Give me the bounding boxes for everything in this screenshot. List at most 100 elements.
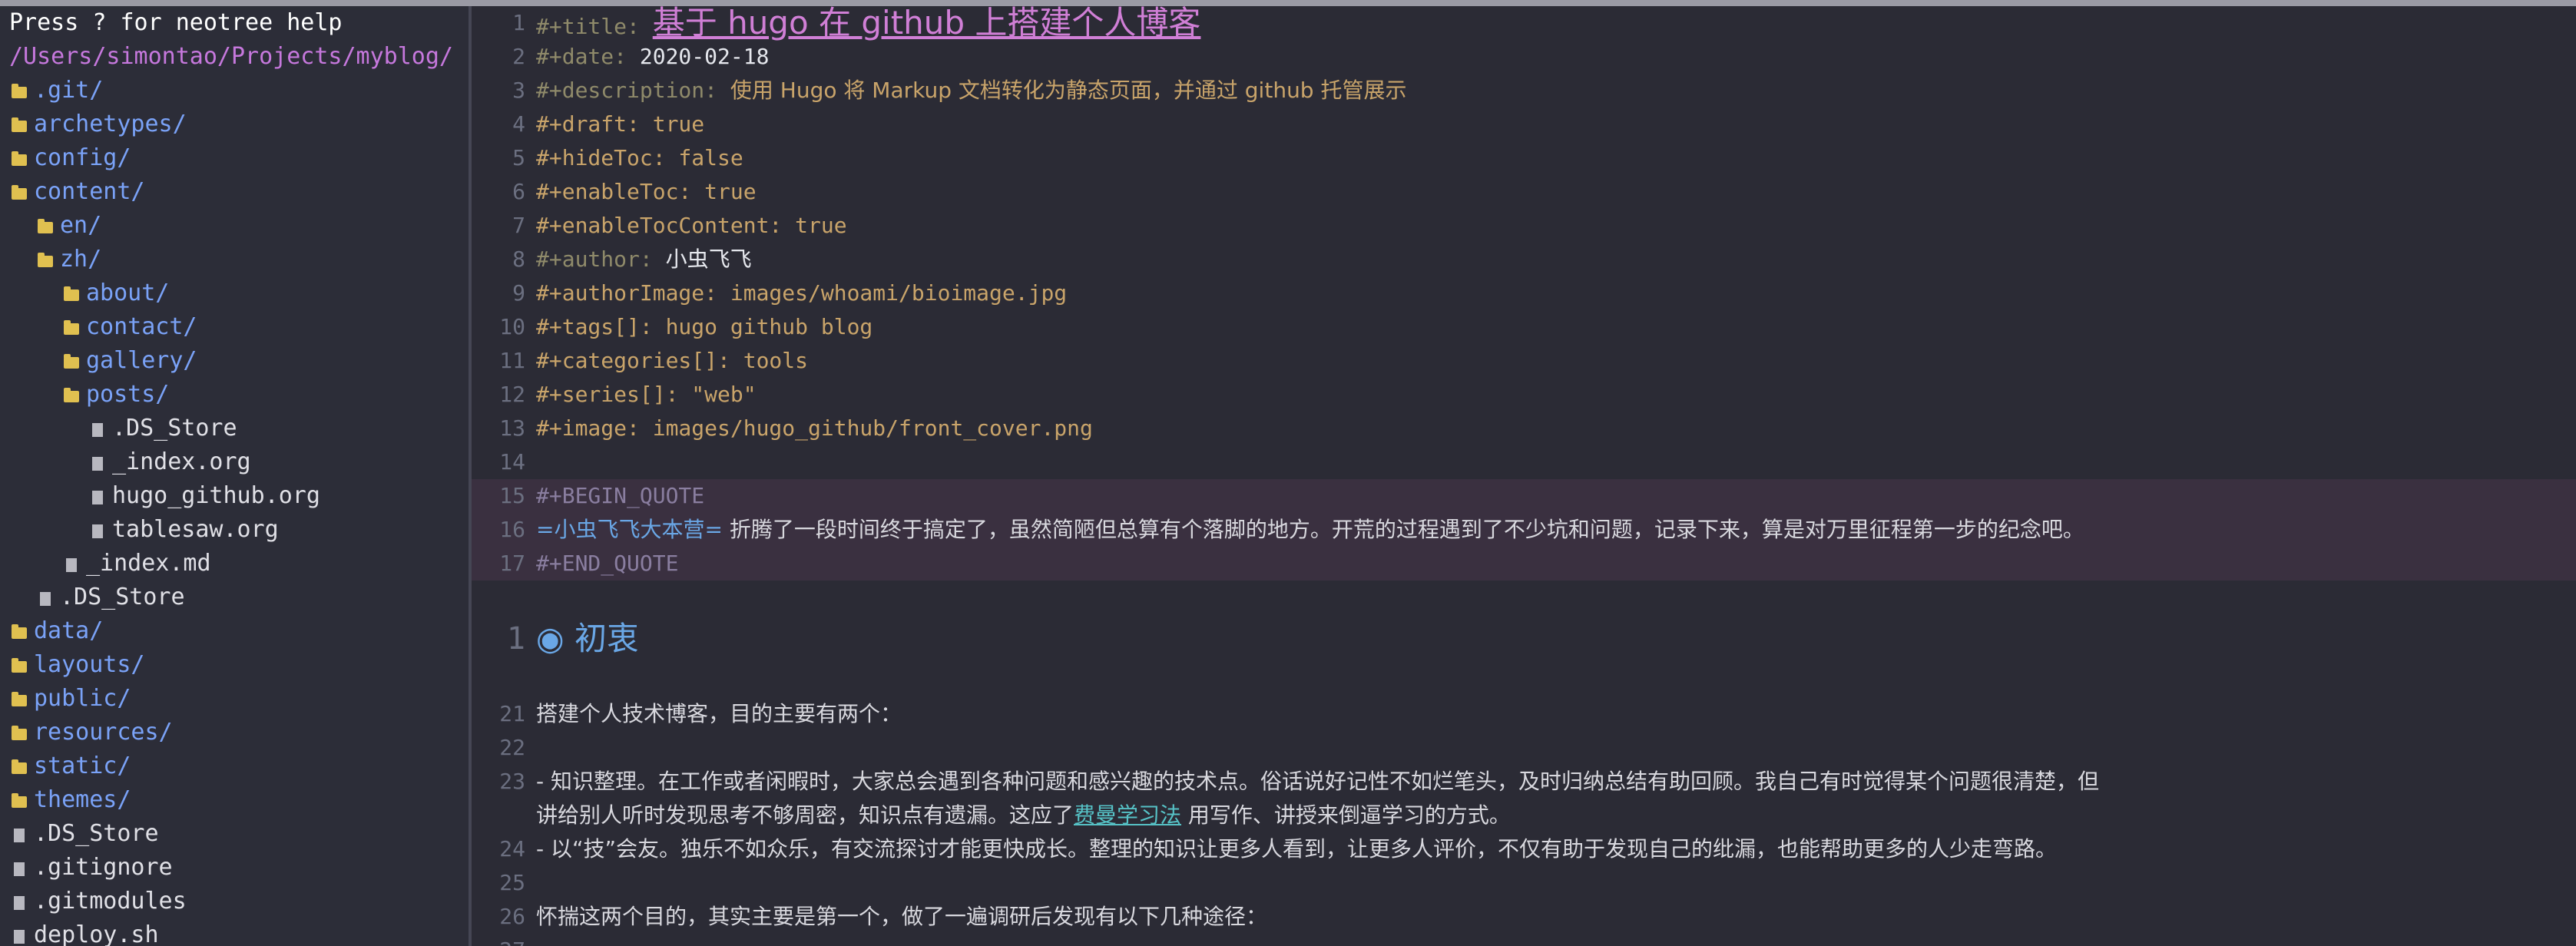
tree-file-item[interactable]: .gitignore xyxy=(9,851,173,885)
editor-line[interactable] xyxy=(472,663,2576,697)
editor-line[interactable]: 6 #+enableToc: true xyxy=(472,175,2576,209)
tree-file-item[interactable]: hugo_github.org xyxy=(88,479,320,513)
tree-folder-item[interactable]: resources/ xyxy=(9,716,173,749)
tree-folder-item[interactable]: en/ xyxy=(35,209,101,243)
window-top-border xyxy=(0,0,2576,6)
tree-folder-item[interactable]: content/ xyxy=(9,175,145,209)
editor-line[interactable] xyxy=(472,580,2576,614)
line-number: 1 xyxy=(506,621,525,657)
tree-item-label: contact/ xyxy=(86,313,197,340)
tree-item-label: en/ xyxy=(60,212,102,239)
line-content: #+author: 小虫飞飞 xyxy=(536,243,752,276)
tree-file-item[interactable]: .gitmodules xyxy=(9,885,187,918)
tree-folder-item[interactable]: about/ xyxy=(61,276,169,310)
text-span: #+image: images/hugo_github/front_cover.… xyxy=(536,415,1093,441)
neotree-root-path[interactable]: /Users/simontao/Projects/myblog/ xyxy=(9,40,453,74)
folder-icon xyxy=(9,682,29,716)
tree-folder-item[interactable]: config/ xyxy=(9,141,131,175)
tree-folder-item[interactable]: zh/ xyxy=(35,243,101,276)
tree-item-label: content/ xyxy=(34,178,145,205)
file-icon xyxy=(35,580,55,614)
editor-line[interactable]: 23 - 知识整理。在工作或者闲暇时，大家总会遇到各种问题和感兴趣的技术点。俗话说… xyxy=(472,765,2576,799)
editor-line[interactable]: 8 #+author: 小虫飞飞 xyxy=(472,243,2576,276)
line-content: #+authorImage: images/whoami/bioimage.jp… xyxy=(536,276,1067,310)
editor-line[interactable]: 2 #+date: 2020-02-18 xyxy=(472,40,2576,74)
tree-file-item[interactable]: .DS_Store xyxy=(88,412,237,445)
folder-icon xyxy=(61,276,81,310)
editor-line[interactable]: 25 xyxy=(472,866,2576,900)
editor-pane[interactable]: 1 #+title: 基于 hugo 在 github 上搭建个人博客 2 #+dat… xyxy=(472,6,2576,946)
text-span: 小虫飞飞 xyxy=(665,246,752,272)
tree-folder-item[interactable]: static/ xyxy=(9,749,131,783)
editor-line[interactable]: 讲给别人听时发现思考不够周密，知识点有遗漏。这应了费曼学习法 用写作、讲授来倒逼… xyxy=(472,799,2576,832)
file-icon xyxy=(88,513,108,547)
editor-line[interactable]: 22 xyxy=(472,731,2576,765)
text-span: #+author: xyxy=(536,246,666,272)
line-number: 3 xyxy=(512,78,525,103)
text-span: 基于 hugo 在 github 上搭建个人博客 xyxy=(652,6,1201,41)
editor-line[interactable]: 24 - 以“技”会友。独乐不如众乐，有交流探讨才能更快成长。整理的知识让更多人看… xyxy=(472,832,2576,866)
editor-line[interactable]: 27 xyxy=(472,934,2576,946)
tree-item-label: posts/ xyxy=(86,381,170,408)
tree-folder-item[interactable]: archetypes/ xyxy=(9,108,187,141)
folder-icon xyxy=(61,344,81,378)
editor-line[interactable]: 5 #+hideToc: false xyxy=(472,141,2576,175)
tree-folder-item[interactable]: posts/ xyxy=(61,378,169,412)
tree-file-item[interactable]: .DS_Store xyxy=(9,817,159,851)
text-span: 搭建个人技术博客，目的主要有两个： xyxy=(536,701,902,726)
tree-folder-item[interactable]: themes/ xyxy=(9,783,131,817)
tree-folder-item[interactable]: public/ xyxy=(9,682,131,716)
text-span: #+tags[]: hugo github blog xyxy=(536,314,873,339)
editor-line[interactable]: 12 #+series[]: "web" xyxy=(472,378,2576,412)
tree-file-item[interactable]: .DS_Store xyxy=(35,580,185,614)
editor-line[interactable]: 3 #+description: 使用 Hugo 将 Markup 文档转化为静态… xyxy=(472,74,2576,108)
line-number: 11 xyxy=(499,348,525,373)
line-content: #+series[]: "web" xyxy=(536,378,757,412)
line-content: #+END_QUOTE xyxy=(536,547,678,580)
tree-file-item[interactable]: deploy.sh xyxy=(9,918,159,946)
folder-icon xyxy=(9,614,29,648)
tree-file-item[interactable]: tablesaw.org xyxy=(88,513,279,547)
tree-folder-item[interactable]: data/ xyxy=(9,614,103,648)
tree-folder-item[interactable]: contact/ xyxy=(61,310,197,344)
line-content: #+image: images/hugo_github/front_cover.… xyxy=(536,412,1093,445)
tree-item-label: data/ xyxy=(34,617,104,644)
line-content: #+date: 2020-02-18 xyxy=(536,40,769,74)
folder-icon xyxy=(9,749,29,783)
editor-line[interactable]: 13 #+image: images/hugo_github/front_cove… xyxy=(472,412,2576,445)
tree-item-label: .gitmodules xyxy=(34,888,187,915)
line-content: 搭建个人技术博客，目的主要有两个： xyxy=(536,697,902,731)
tree-file-item[interactable]: _index.org xyxy=(88,445,251,479)
editor-line[interactable]: 10 #+tags[]: hugo github blog xyxy=(472,310,2576,344)
text-span: 怀揣这两个目的，其实主要是第一个，做了一遍调研后发现有以下几种途径： xyxy=(536,904,1268,929)
text-span: 用写作、讲授来倒逼学习的方式。 xyxy=(1181,802,1511,828)
tree-folder-item[interactable]: .git/ xyxy=(9,74,103,108)
editor-line[interactable]: 21 搭建个人技术博客，目的主要有两个： xyxy=(472,697,2576,731)
editor-line[interactable]: 17 #+END_QUOTE xyxy=(472,547,2576,580)
line-content: 怀揣这两个目的，其实主要是第一个，做了一遍调研后发现有以下几种途径： xyxy=(536,900,1267,934)
line-number: 17 xyxy=(499,551,525,576)
line-number: 13 xyxy=(499,415,525,441)
editor-line[interactable]: 4 #+draft: true xyxy=(472,108,2576,141)
tree-item-label: hugo_github.org xyxy=(112,482,320,509)
editor-heading-line[interactable]: 1 ◉ 初衷 xyxy=(472,614,2576,663)
editor-line[interactable]: 7 #+enableTocContent: true xyxy=(472,209,2576,243)
editor-line[interactable]: 9 #+authorImage: images/whoami/bioimage.j… xyxy=(472,276,2576,310)
tree-folder-item[interactable]: layouts/ xyxy=(9,648,145,682)
editor-line[interactable]: 1 #+title: 基于 hugo 在 github 上搭建个人博客 xyxy=(472,6,2576,40)
text-span: - 以“技”会友。独乐不如众乐，有交流探讨才能更快成长。整理的知识让更多人看到，… xyxy=(536,836,2058,862)
editor-line[interactable]: 26 怀揣这两个目的，其实主要是第一个，做了一遍调研后发现有以下几种途径： xyxy=(472,900,2576,934)
editor-line[interactable]: 14 xyxy=(472,445,2576,479)
editor-line[interactable]: 16 =小虫飞飞大本营= 折腾了一段时间终于搞定了，虽然简陋但总算有个落脚的地方。… xyxy=(472,513,2576,547)
line-content: 讲给别人听时发现思考不够周密，知识点有遗漏。这应了费曼学习法 用写作、讲授来倒逼… xyxy=(536,799,1511,832)
text-span: #+enableToc: true xyxy=(536,179,757,204)
editor-line[interactable]: 15 #+BEGIN_QUOTE xyxy=(472,479,2576,513)
neotree-sidebar[interactable]: Press ? for neotree help /Users/simontao… xyxy=(0,6,469,946)
tree-item-label: tablesaw.org xyxy=(112,516,279,543)
file-icon xyxy=(61,547,81,580)
tree-item-label: static/ xyxy=(34,752,131,779)
tree-file-item[interactable]: _index.md xyxy=(61,547,211,580)
text-span[interactable]: 费曼学习法 xyxy=(1074,802,1181,828)
editor-line[interactable]: 11 #+categories[]: tools xyxy=(472,344,2576,378)
tree-folder-item[interactable]: gallery/ xyxy=(61,344,197,378)
